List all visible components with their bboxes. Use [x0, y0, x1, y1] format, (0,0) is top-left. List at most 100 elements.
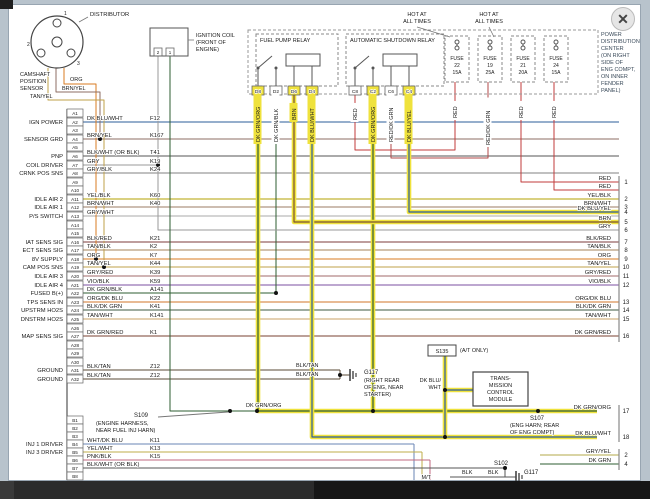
fuse-number: 24: [553, 63, 559, 69]
exit-wire-label: DK GRN/RED: [575, 330, 611, 336]
wire-color-label: TAN/BLK: [87, 244, 111, 250]
exit-number: 4: [624, 462, 628, 468]
pcm-pin-label: A7: [72, 163, 78, 168]
circuit-number: T41: [150, 150, 160, 156]
junction-dot: [443, 435, 447, 439]
exit-number: 18: [623, 435, 630, 441]
exit-wire-label: ORG/DK BLU: [575, 296, 611, 302]
circuit-number: K1: [150, 330, 157, 336]
pcm-pin-label: B6: [72, 458, 78, 463]
exit-wire-label: RED: [599, 176, 611, 182]
relay-pin-label: D8: [255, 89, 261, 95]
relay-coil: [286, 54, 320, 66]
distributor-terminal-number: 1: [64, 11, 67, 17]
diagram-text: S109: [134, 413, 149, 419]
rotated-wire-label: RED/DK GRN: [387, 95, 396, 145]
exit-number: 13: [623, 300, 630, 306]
pcm-function-label: IDLE AIR 3: [34, 274, 63, 280]
circuit-number: K15: [150, 454, 160, 460]
tcm-label: MISSION: [489, 383, 512, 389]
junction-dot: [228, 409, 232, 413]
hot-label: HOT AT: [407, 12, 427, 18]
wire-color-label: BLK/TAN: [87, 373, 111, 379]
wire-color-label: ORG/DK BLU: [87, 296, 123, 302]
pcm-function-label: INJ 1 DRIVER: [26, 442, 63, 448]
tcm-label: TRANS-: [490, 376, 511, 382]
exit-wire-label: DK BLU/YEL: [577, 206, 611, 212]
junction-dot: [338, 373, 342, 377]
exit-number: 7: [624, 240, 628, 246]
exit-wire-label: GRY/YEL: [586, 449, 612, 455]
pcm-function-label: IDLE AIR 1: [34, 205, 63, 211]
circuit-number: Z12: [150, 373, 160, 379]
fuse-label: FUSE: [549, 56, 563, 62]
scrollbar-thumb[interactable]: [14, 481, 314, 499]
distributor-center: [52, 37, 62, 47]
diagram-text: TAN/YEL: [30, 94, 53, 100]
distributor-label: DISTRIBUTOR: [90, 12, 129, 18]
diagram-text: BLK: [488, 470, 499, 476]
pcm-pin-label: B1: [72, 418, 78, 423]
pcm-function-label: DNSTRM HO2S: [21, 317, 63, 323]
bottom-scrollbar[interactable]: [0, 481, 650, 499]
fuse-amps: 15A: [552, 70, 562, 76]
pcm-pin-label: A25: [71, 317, 80, 322]
pcm-function-label: CAM POS SNS: [23, 265, 63, 271]
pcm-pin-label: A23: [71, 300, 80, 305]
pcm-pin-label: A9: [72, 180, 78, 185]
pcm-function-label: IDLE AIR 2: [34, 197, 63, 203]
rotated-label-text: DK GRN/BLK: [274, 108, 280, 142]
diagram-text: DK GRN/ORG: [246, 403, 281, 409]
diagram-text: G117: [524, 470, 539, 476]
exit-number: 14: [623, 308, 630, 314]
pcm-function-label: FUSED B(+): [31, 291, 63, 297]
distributor-terminal-number: 3: [77, 61, 80, 67]
pcm-function-label: SENSOR GRD: [24, 137, 63, 143]
pcm-function-label: IGN POWER: [29, 120, 63, 126]
pcm-pin-label: A12: [71, 205, 80, 210]
circuit-number: K13: [150, 446, 160, 452]
relay-coil: [383, 54, 417, 66]
wire-color-label: ORG: [87, 253, 101, 259]
wire-coil-dk-grn-org: [170, 56, 257, 411]
pcm-pin-label: A6: [72, 154, 78, 159]
exit-number: 5: [624, 220, 628, 226]
pcm-pin-label: A19: [71, 265, 80, 270]
tcm-label: CONTROL: [487, 390, 514, 396]
exit-number: 15: [623, 317, 630, 323]
close-icon[interactable]: ✕: [611, 7, 635, 31]
circuit-number: K24: [150, 167, 161, 173]
wire-color-label: BRN/WHT: [87, 201, 115, 207]
hot-label: ALL TIMES: [475, 19, 503, 25]
distributor-leader: [79, 17, 88, 22]
diagram-text: BLK/TAN: [296, 372, 319, 378]
circuit-number: K11: [150, 438, 160, 444]
rotated-label-text: RED: [353, 108, 359, 120]
pcm-function-label: GROUND: [37, 377, 63, 383]
fuse-amps: 20A: [519, 70, 529, 76]
camshaft-position-sensor-label: POSITION: [20, 79, 46, 85]
circuit-number: K141: [150, 313, 164, 319]
circuit-number: K21: [150, 236, 160, 242]
rotated-label-text: DK BLU/WHT: [310, 107, 316, 142]
wire-color-label: GRY/BLK: [87, 167, 112, 173]
s135-label: S135: [436, 349, 449, 355]
pcm-pin-label: A4: [72, 137, 78, 142]
pcm-pin-label: A15: [71, 231, 80, 236]
wire-color-label: VIO/BLK: [87, 279, 110, 285]
exit-wire-label: RED: [599, 184, 611, 190]
exit-wire-label: DK BLU/WHT: [575, 431, 611, 437]
pcm-pin-label: B3: [72, 434, 78, 439]
exit-number: 10: [623, 265, 630, 271]
pcm-pin-label: A21: [71, 283, 80, 288]
exit-wire-label: BLK/DK GRN: [576, 304, 611, 310]
diagram-text: NEAR FUEL INJ HARN): [96, 428, 156, 434]
exit-wire-label: BRN: [599, 216, 611, 222]
wire-color-label: YEL/BLK: [87, 193, 111, 199]
rotated-wire-label: DK BLU/YEL: [405, 95, 414, 145]
wire-color-label: YEL/WHT: [87, 446, 113, 452]
rotated-wire-label: DK GRN/ORG: [369, 95, 378, 145]
rotated-wire-label: DK GRN/BLK: [272, 95, 281, 145]
distributor-terminal: [37, 49, 45, 57]
pcm-pin-label: A22: [71, 291, 80, 296]
